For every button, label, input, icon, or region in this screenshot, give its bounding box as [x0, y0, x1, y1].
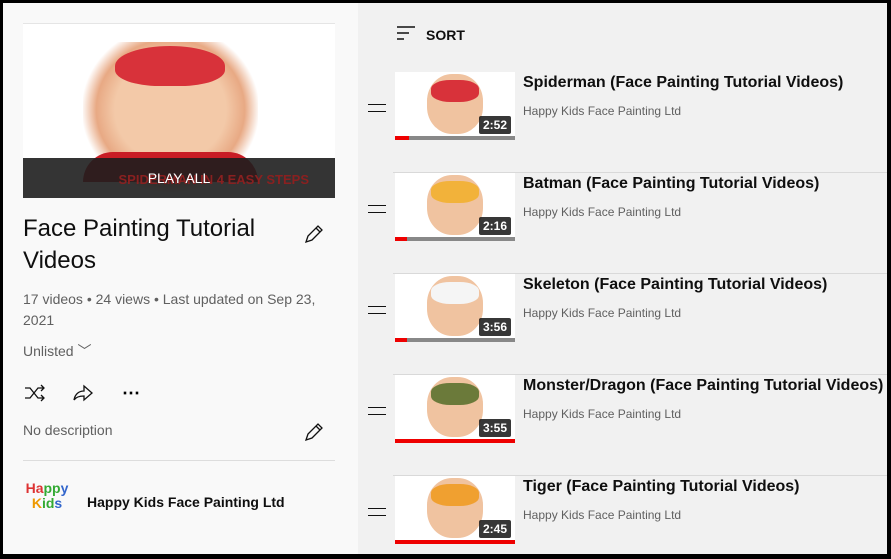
play-all-button[interactable]: PLAY ALL — [23, 158, 335, 198]
video-thumbnail[interactable]: 3:56 — [395, 274, 515, 342]
playlist-video-item[interactable]: 3:56 Skeleton (Face Painting Tutorial Vi… — [363, 274, 887, 375]
playlist-title: Face Painting Tutorial Videos — [23, 215, 256, 274]
playlist-sidebar: SPIDERMAN IN 4 EASY STEPS PLAY ALL Face … — [3, 3, 358, 554]
thumbnail-facepaint — [431, 282, 479, 304]
video-title[interactable]: Batman (Face Painting Tutorial Videos) — [523, 175, 819, 193]
watch-progress-bar — [395, 439, 515, 443]
video-duration: 2:16 — [478, 217, 511, 235]
playlist-stats: 17 videos • 24 views • Last updated on S… — [23, 291, 316, 328]
playlist-video-item[interactable]: 3:55 Monster/Dragon (Face Painting Tutor… — [363, 375, 887, 476]
playlist-video-item[interactable]: 2:16 Batman (Face Painting Tutorial Vide… — [363, 173, 887, 274]
channel-avatar[interactable]: Happy Kids — [25, 481, 69, 525]
thumbnail-facepaint — [115, 46, 225, 86]
video-title[interactable]: Spiderman (Face Painting Tutorial Videos… — [523, 74, 843, 92]
video-duration: 3:56 — [478, 318, 511, 336]
thumbnail-facepaint — [431, 484, 479, 506]
thumbnail-facepaint — [431, 383, 479, 405]
video-channel[interactable]: Happy Kids Face Painting Ltd — [523, 508, 681, 522]
video-duration: 2:52 — [478, 116, 511, 134]
playlist-page: SPIDERMAN IN 4 EASY STEPS PLAY ALL Face … — [3, 3, 887, 554]
video-channel[interactable]: Happy Kids Face Painting Ltd — [523, 205, 681, 219]
playlist-thumbnail[interactable]: SPIDERMAN IN 4 EASY STEPS PLAY ALL — [23, 23, 335, 198]
shuffle-icon[interactable] — [23, 381, 47, 405]
drag-handle-icon[interactable] — [368, 104, 386, 112]
video-thumbnail[interactable]: 2:52 — [395, 72, 515, 140]
sort-button[interactable]: SORT — [396, 25, 465, 44]
video-thumbnail[interactable]: 2:45 — [395, 476, 515, 544]
channel-name-link[interactable]: Happy Kids Face Painting Ltd — [87, 494, 285, 510]
sort-icon — [396, 25, 416, 44]
playlist-description: No description — [23, 422, 113, 438]
edit-title-pencil-icon[interactable] — [303, 223, 325, 245]
privacy-label: Unlisted — [23, 343, 74, 359]
video-thumbnail[interactable]: 3:55 — [395, 375, 515, 443]
video-title[interactable]: Monster/Dragon (Face Painting Tutorial V… — [523, 377, 883, 395]
video-title[interactable]: Skeleton (Face Painting Tutorial Videos) — [523, 276, 827, 294]
privacy-dropdown[interactable]: Unlisted ﹀ — [23, 341, 91, 361]
chevron-down-icon: ﹀ — [77, 343, 92, 359]
video-thumbnail[interactable]: 2:16 — [395, 173, 515, 241]
video-channel[interactable]: Happy Kids Face Painting Ltd — [523, 306, 681, 320]
watch-progress-bar — [395, 136, 515, 140]
sort-label: SORT — [426, 26, 465, 43]
video-channel[interactable]: Happy Kids Face Painting Ltd — [523, 407, 681, 421]
video-title[interactable]: Tiger (Face Painting Tutorial Videos) — [523, 478, 800, 496]
drag-handle-icon[interactable] — [368, 508, 386, 516]
thumbnail-facepaint — [431, 181, 479, 203]
divider — [23, 460, 335, 461]
watch-progress-bar — [395, 338, 515, 342]
drag-handle-icon[interactable] — [368, 407, 386, 415]
drag-handle-icon[interactable] — [368, 306, 386, 314]
more-options-icon[interactable]: ⋯ — [119, 381, 143, 405]
play-all-label: PLAY ALL — [147, 170, 211, 186]
watch-progress-bar — [395, 237, 515, 241]
video-channel[interactable]: Happy Kids Face Painting Ltd — [523, 104, 681, 118]
playlist-video-item[interactable]: 2:45 Tiger (Face Painting Tutorial Video… — [363, 476, 887, 554]
video-duration: 2:45 — [478, 520, 511, 538]
edit-description-pencil-icon[interactable] — [303, 421, 325, 443]
watch-progress-bar — [395, 540, 515, 544]
drag-handle-icon[interactable] — [368, 205, 386, 213]
thumbnail-facepaint — [431, 80, 479, 102]
share-icon[interactable] — [71, 381, 95, 405]
playlist-video-item[interactable]: 2:52 Spiderman (Face Painting Tutorial V… — [363, 72, 887, 173]
video-duration: 3:55 — [478, 419, 511, 437]
